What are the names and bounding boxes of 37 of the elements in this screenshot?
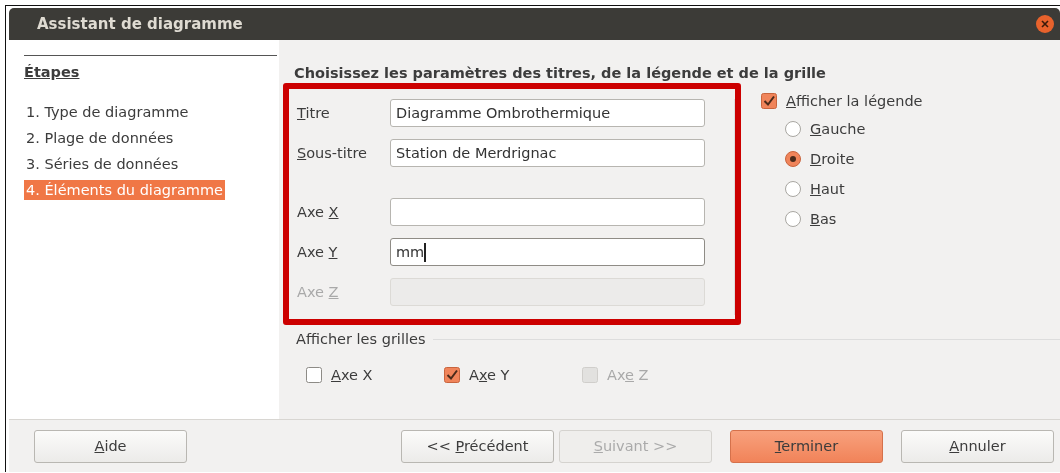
radio-label: Haut [810, 181, 845, 197]
group-title: Afficher les grilles [296, 331, 426, 347]
checkbox[interactable] [444, 367, 460, 383]
step-item[interactable]: 3. Séries de données [24, 154, 181, 174]
radio-label: Gauche [810, 121, 866, 137]
dialog-button: Suivant >> [559, 429, 712, 463]
window-title: Assistant de diagramme [37, 15, 243, 33]
field-label: Titre [297, 105, 331, 121]
checkbox[interactable] [761, 93, 777, 109]
dialog-button[interactable]: Terminer [730, 429, 883, 463]
close-icon[interactable] [1036, 15, 1054, 33]
field-label: Axe Y [297, 244, 339, 260]
radio-button[interactable] [785, 121, 801, 137]
field-label: Axe Z [297, 284, 340, 300]
radio-label: Bas [810, 211, 837, 227]
sidebar-heading: Étapes [24, 64, 80, 80]
section-heading: Choisissez les paramètres des titres, de la légende et de la grille [294, 65, 827, 81]
radio-button[interactable] [785, 151, 801, 167]
radio-button[interactable] [785, 211, 801, 227]
radio-button[interactable] [785, 181, 801, 197]
checkbox-label: Afficher la légende [786, 93, 923, 109]
checkbox-label: Axe X [331, 367, 373, 383]
field-label: Axe X [297, 204, 340, 220]
checkbox-label: Axe Z [607, 367, 649, 383]
field-label: Sous-titre [297, 145, 369, 161]
checkbox[interactable] [306, 367, 322, 383]
text-field[interactable]: Station de Merdrignac [390, 139, 705, 167]
checkbox-label: Axe Y [469, 367, 510, 383]
dialog-button[interactable]: << Précédent [401, 429, 554, 463]
text-field[interactable]: mm [390, 238, 705, 266]
dialog-button[interactable]: Aide [34, 429, 187, 463]
step-item[interactable]: 1. Type de diagramme [24, 102, 191, 122]
dialog-button[interactable]: Annuler [901, 429, 1054, 463]
radio-label: Droite [810, 151, 855, 167]
text-field[interactable] [390, 198, 705, 226]
text-field[interactable]: Diagramme Ombrothermique [390, 99, 705, 127]
step-item[interactable]: 2. Plage de données [24, 128, 176, 148]
